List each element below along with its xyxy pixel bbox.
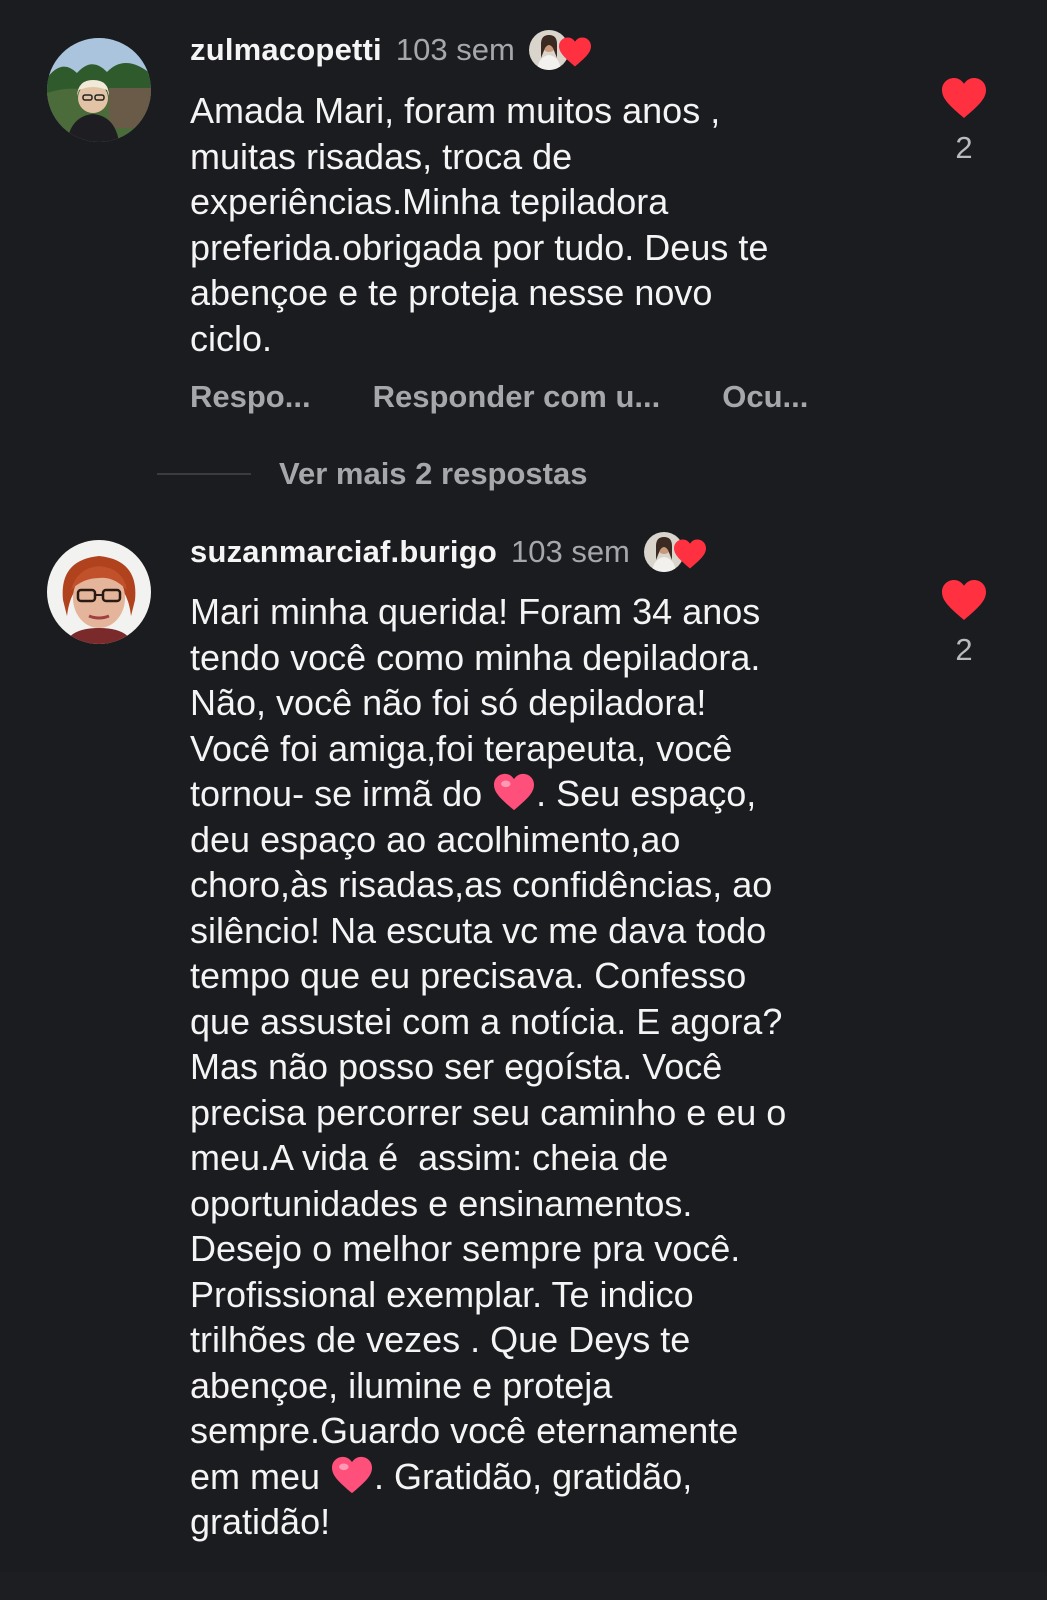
username[interactable]: zulmacopetti [190, 32, 382, 68]
comment-item: suzanmarciaf.burigo 103 sem Mari minha q… [0, 510, 1047, 1570]
avatar[interactable] [47, 38, 151, 142]
heart-icon[interactable] [940, 578, 988, 622]
view-more-replies-label[interactable]: Ver mais 2 respostas [279, 456, 587, 492]
liked-by-author-badge [641, 528, 712, 576]
comment-text-part: . Seu espaço, deu espaço ao acolhimento,… [190, 773, 787, 1497]
comment-header: zulmacopetti 103 sem [190, 28, 597, 72]
heart-icon [673, 539, 706, 569]
comment-line: Amada Mari, foram muitos anos , [190, 90, 721, 131]
like-count: 2 [955, 130, 973, 165]
comment-text: Mari minha querida! Foram 34 anos tendo … [190, 589, 890, 1545]
timestamp: 103 sem [395, 32, 515, 67]
heart-icon [558, 37, 591, 67]
view-more-replies[interactable]: Ver mais 2 respostas [157, 452, 587, 496]
reply-with-button[interactable]: Responder com u... [373, 379, 661, 415]
comment-line: ciclo. [190, 317, 273, 359]
comment-actions: Respo... Responder com u... Ocu... [190, 375, 808, 419]
comment-item: zulmacopetti 103 sem Amada Mari, foram m… [0, 0, 1047, 500]
comment-text: Amada Mari, foram muitos anos , muitas r… [190, 88, 890, 361]
heart-emoji-icon [494, 773, 535, 811]
hide-button[interactable]: Ocu... [722, 379, 808, 415]
comment-header: suzanmarciaf.burigo 103 sem [190, 530, 712, 574]
timestamp: 103 sem [510, 534, 630, 569]
like-column: 2 [940, 578, 988, 668]
bottom-edge [0, 1572, 1047, 1600]
liked-by-author-badge [526, 26, 597, 74]
comment-line: preferida.obrigada por tudo. Deus te [190, 226, 769, 268]
reply-button[interactable]: Respo... [190, 379, 311, 415]
avatar[interactable] [47, 540, 151, 644]
heart-icon[interactable] [940, 76, 988, 120]
replies-divider [157, 473, 251, 475]
comment-line: experiências.Minha tepiladora [190, 181, 669, 222]
like-column: 2 [940, 76, 988, 166]
comment-line: muitas risadas, troca de [190, 135, 573, 177]
comment-line: abençoe e te proteja nesse novo [190, 272, 713, 313]
like-count: 2 [955, 632, 973, 667]
heart-emoji-icon [332, 1456, 373, 1493]
username[interactable]: suzanmarciaf.burigo [190, 534, 497, 570]
